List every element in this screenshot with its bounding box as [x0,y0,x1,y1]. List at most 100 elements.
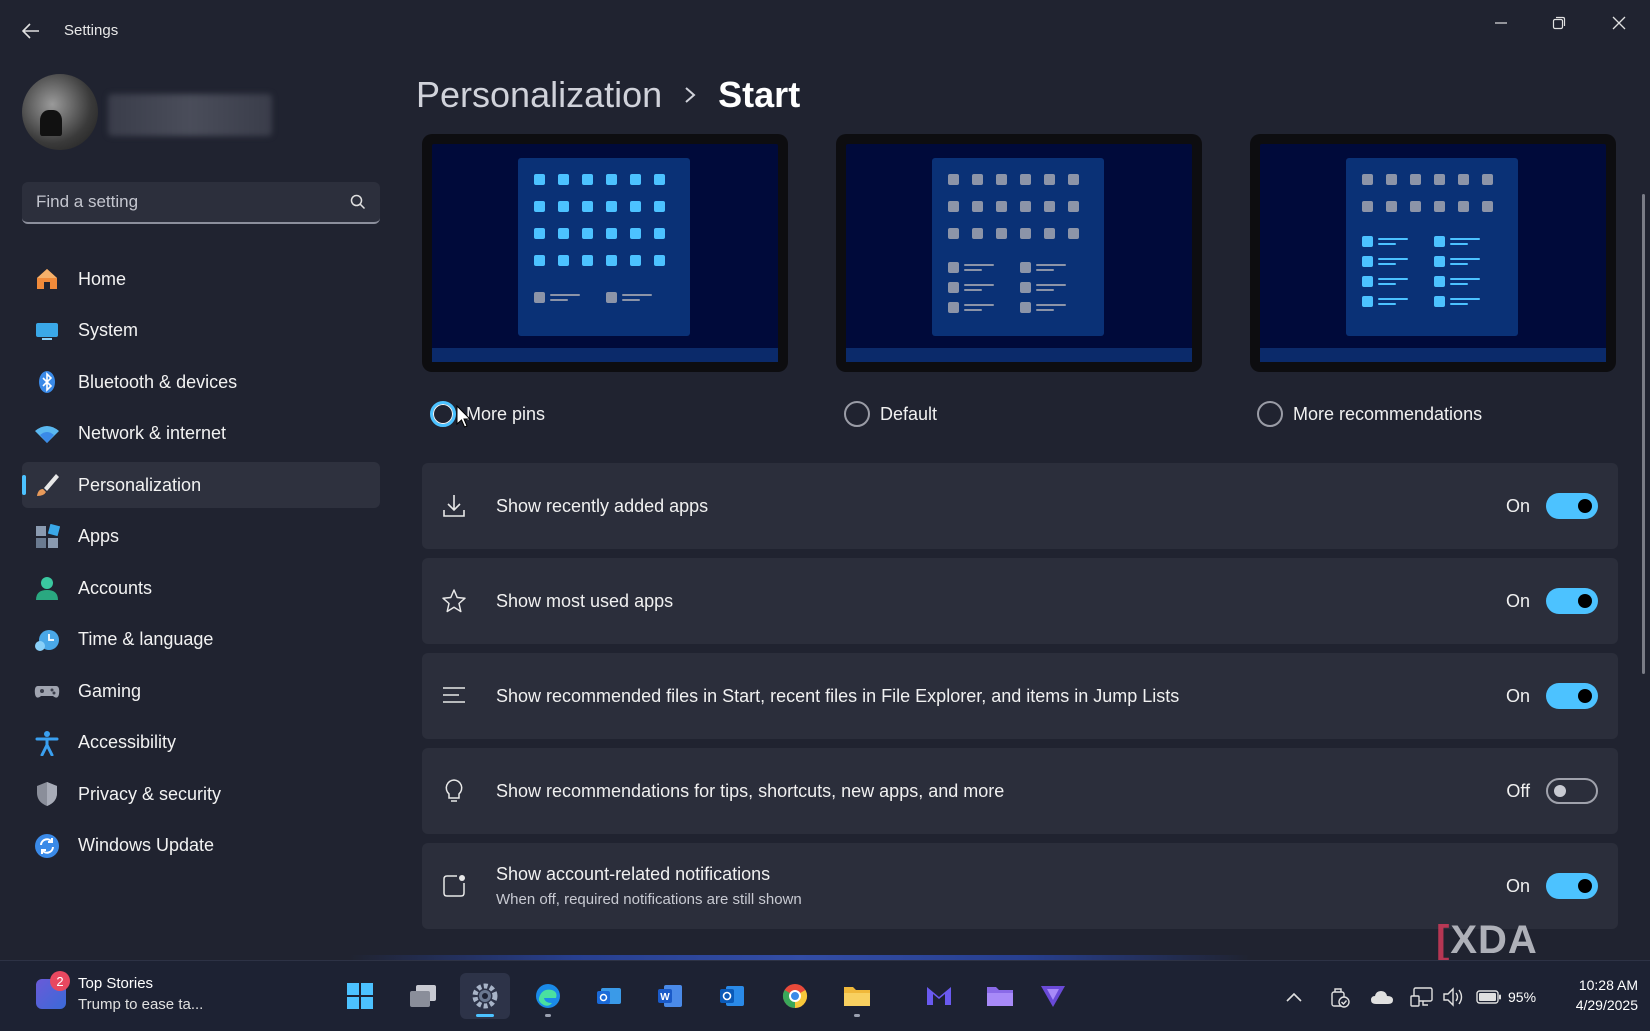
brush-icon [34,472,60,498]
breadcrumb-parent[interactable]: Personalization [416,74,662,116]
sidebar-item-home[interactable]: Home [22,256,380,302]
sidebar-item-gaming[interactable]: Gaming [22,668,380,714]
sidebar-item-windows-update[interactable]: Windows Update [22,823,380,869]
chevron-right-icon [684,86,696,104]
layout-preview-more-recommendations[interactable] [1250,134,1616,372]
setting-label: Show recently added apps [496,495,709,516]
start-menu-preview [518,158,690,336]
chrome-taskbar-button[interactable] [770,973,820,1019]
accessibility-icon [34,730,60,756]
sidebar-item-apps[interactable]: Apps [22,514,380,560]
sidebar-item-personalization[interactable]: Personalization [22,462,380,508]
outlook-taskbar-button[interactable] [707,973,757,1019]
setting-label: Show most used apps [496,590,674,611]
start-button[interactable] [335,973,385,1019]
layout-preview-default[interactable] [836,134,1202,372]
radio-button[interactable] [844,401,870,427]
battery-percentage: 95% [1508,988,1537,1005]
sidebar-item-label: Personalization [78,474,202,495]
preview-line [1036,304,1066,306]
edge-icon [536,984,560,1008]
toggle-state-label: On [1505,495,1530,516]
layout-preview-more-pins[interactable] [422,134,788,372]
tray-overflow-button[interactable] [1286,961,1302,1031]
scrollbar[interactable] [1642,194,1645,674]
toggle-switch[interactable] [1546,493,1598,519]
lightbulb-icon [440,777,468,805]
preview-line [964,289,982,291]
preview-tile [534,228,545,239]
cloud-icon [1371,990,1393,1004]
toggle-switch[interactable] [1546,683,1598,709]
preview-tile [1458,174,1469,185]
xda-watermark-logo: [XDA [1436,918,1538,963]
preview-tile [948,302,959,313]
preview-tile [534,174,545,185]
preview-line [550,294,580,296]
sidebar-item-time-language[interactable]: Time & language [22,617,380,663]
close-button[interactable] [1596,8,1642,38]
preview-tile [606,174,617,185]
sidebar-item-accounts[interactable]: Accounts [22,565,380,611]
tray-network-button[interactable] [1410,961,1434,1031]
minimize-button[interactable] [1478,8,1524,38]
radio-more-pins[interactable]: More pins [430,401,545,427]
folder-icon [987,987,1013,1006]
tray-onedrive-button[interactable] [1370,961,1394,1031]
user-profile[interactable] [22,74,272,150]
toggle-switch[interactable] [1546,588,1598,614]
sidebar-item-system[interactable]: System [22,308,380,354]
preview-tile [582,228,593,239]
vpn-taskbar-button[interactable] [1028,973,1078,1019]
folder-taskbar-button[interactable] [975,973,1025,1019]
radio-button[interactable] [430,401,456,427]
breadcrumb: Personalization Start [416,74,800,116]
apps-icon [34,523,60,550]
file-explorer-taskbar-button[interactable] [832,973,882,1019]
clock-date: 4/29/2025 [1575,997,1638,1013]
preview-line [1036,309,1054,311]
tray-security-button[interactable] [1328,961,1350,1031]
mail-taskbar-button[interactable] [914,973,964,1019]
settings-taskbar-button[interactable] [460,973,510,1019]
edge-taskbar-button[interactable] [523,973,573,1019]
preview-tile [534,201,545,212]
tray-volume-button[interactable] [1442,961,1466,1031]
search-input[interactable] [36,192,336,212]
maximize-button[interactable] [1536,8,1582,38]
toggle-switch[interactable] [1546,873,1598,899]
radio-button[interactable] [1257,401,1283,427]
radio-more-recommendations[interactable]: More recommendations [1257,401,1482,427]
search-box[interactable] [22,182,380,224]
preview-line [964,309,982,311]
sidebar-item-accessibility[interactable]: Accessibility [22,720,380,766]
preview-line [622,299,640,301]
preview-tile [948,228,959,239]
word-taskbar-button[interactable]: W [645,973,695,1019]
mail-icon [927,987,951,1005]
back-button[interactable] [18,18,44,44]
news-icon: 2 [36,971,70,1009]
outlook-new-taskbar-button[interactable] [584,973,634,1019]
download-icon [440,492,468,520]
sidebar-item-bluetooth[interactable]: Bluetooth & devices [22,359,380,405]
radio-default[interactable]: Default [844,401,937,427]
preview-tile [654,255,665,266]
search-icon[interactable] [350,194,366,210]
preview-tile [1434,201,1445,212]
preview-tile [1362,256,1373,267]
sidebar-item-privacy-security[interactable]: Privacy & security [22,771,380,817]
volume-icon [1443,986,1463,1007]
news-widget[interactable]: 2 Top Stories Trump to ease ta... [36,971,203,1013]
radio-label: More recommendations [1293,403,1483,424]
preview-tile [1482,201,1493,212]
task-view-button[interactable] [398,973,448,1019]
sidebar-item-network[interactable]: Network & internet [22,411,380,457]
tray-battery-button[interactable]: 95% [1476,961,1536,1031]
svg-text:W: W [660,992,670,1003]
toggle-switch[interactable] [1546,778,1598,804]
preview-line [964,284,994,286]
outlook-icon [720,986,744,1006]
clock[interactable]: 10:28 AM 4/29/2025 [1550,975,1638,1015]
sidebar-item-label: Accessibility [78,732,177,752]
